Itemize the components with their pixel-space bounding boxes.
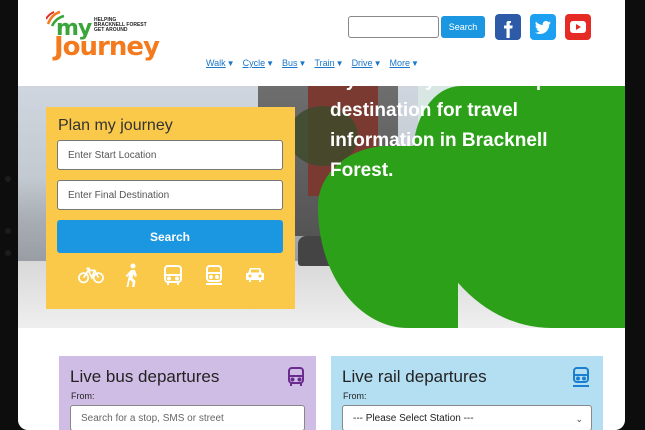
logo-word-journey: Journey — [54, 32, 160, 62]
bus-icon[interactable] — [160, 263, 186, 287]
youtube-icon[interactable] — [565, 14, 591, 40]
rail-card-title: Live rail departures — [342, 367, 487, 386]
nav-label: Cycle — [242, 58, 266, 68]
bus-card-title: Live bus departures — [70, 367, 220, 386]
plan-journey-panel: Plan my journey Enter Start Location Ent… — [46, 107, 295, 309]
nav-walk[interactable]: Walk▼ — [206, 58, 235, 68]
nav-bus[interactable]: Bus▼ — [282, 58, 306, 68]
train-icon — [573, 367, 589, 387]
rail-from-label: From: — [343, 391, 367, 401]
chevron-down-icon: ⌄ — [575, 414, 583, 424]
bus-icon — [288, 367, 304, 386]
site-search-input[interactable] — [348, 16, 439, 38]
my-journey-logo[interactable]: my HELPING BRACKNELL FOREST GET AROUND J… — [46, 10, 181, 65]
site-search-button[interactable]: Search — [441, 16, 485, 38]
plan-search-button[interactable]: Search — [57, 220, 283, 253]
train-icon[interactable] — [201, 263, 227, 287]
bus-stop-search-input[interactable]: Search for a stop, SMS or street — [70, 405, 305, 430]
travel-modes — [78, 262, 268, 288]
bus-from-label: From: — [71, 391, 95, 401]
start-location-input[interactable]: Enter Start Location — [57, 140, 283, 170]
browser-viewport: my HELPING BRACKNELL FOREST GET AROUND J… — [18, 0, 625, 430]
live-rail-departures-card: Live rail departures From: --- Please Se… — [331, 356, 603, 430]
frame-camera-dot — [5, 176, 11, 182]
nav-cycle[interactable]: Cycle▼ — [243, 58, 274, 68]
plan-journey-title: Plan my journey — [58, 117, 173, 134]
nav-label: Walk — [206, 58, 226, 68]
facebook-icon[interactable] — [495, 14, 521, 40]
chevron-down-icon: ▼ — [226, 59, 235, 68]
hero-headline: My Journey - a one stop destination for … — [330, 70, 548, 181]
twitter-icon[interactable] — [530, 14, 556, 40]
chevron-down-icon: ▼ — [298, 59, 307, 68]
rail-station-selected-value: --- Please Select Station --- — [353, 412, 474, 424]
chevron-down-icon: ▼ — [266, 59, 275, 68]
bicycle-icon[interactable] — [78, 263, 104, 287]
destination-input[interactable]: Enter Final Destination — [57, 180, 283, 210]
frame-sensor-dot — [5, 250, 11, 256]
walk-icon[interactable] — [119, 263, 145, 287]
live-bus-departures-card: Live bus departures From: Search for a s… — [59, 356, 316, 430]
nav-label: Bus — [282, 58, 298, 68]
frame-sensor-dot — [5, 228, 11, 234]
car-icon[interactable] — [242, 263, 268, 287]
rail-station-select[interactable]: --- Please Select Station --- ⌄ — [342, 405, 592, 430]
logo-tagline: HELPING BRACKNELL FOREST GET AROUND — [94, 18, 164, 33]
